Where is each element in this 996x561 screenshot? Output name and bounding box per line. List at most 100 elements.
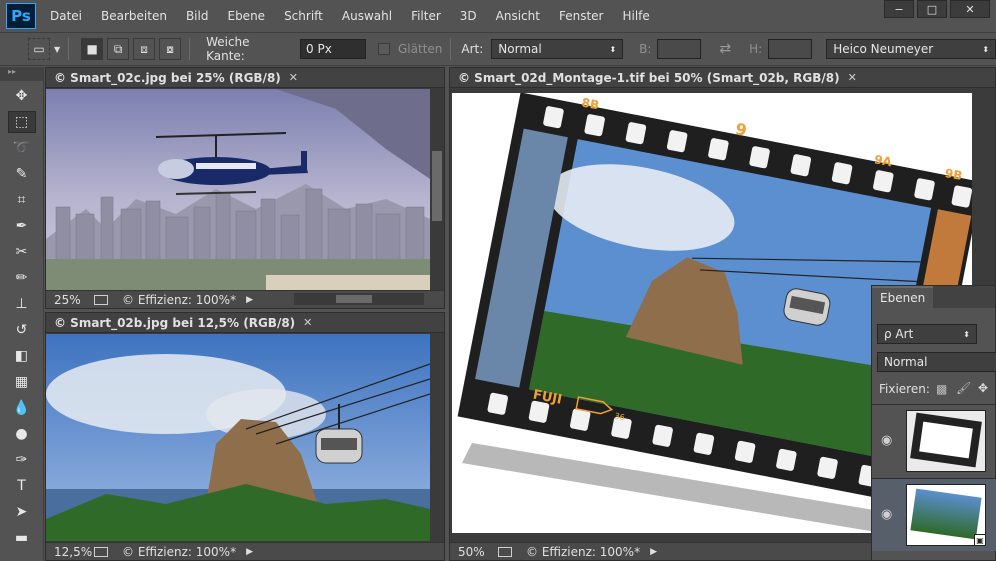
lasso-tool-icon[interactable]: ➰ [8, 137, 36, 159]
toolbox-collapse-icon[interactable]: ▸▸ [0, 67, 43, 81]
eraser-tool-icon[interactable]: ◧ [8, 345, 36, 367]
close-tab-icon[interactable]: ✕ [289, 71, 298, 84]
layer-row-photo[interactable]: ◉ ▣ [872, 478, 996, 551]
cable-car-photo [46, 334, 430, 541]
add-selection-icon[interactable]: ⧉ [107, 38, 130, 60]
preset-chevron-down-icon[interactable]: ▼ [54, 45, 60, 54]
layer-row-film[interactable]: ◉ [872, 404, 996, 477]
quick-selection-tool-icon[interactable]: ✎ [8, 163, 36, 185]
clone-stamp-tool-icon[interactable]: ⊥ [8, 293, 36, 315]
feather-label: Weiche Kante: [206, 35, 250, 63]
lock-transparent-icon[interactable]: ▩ [936, 382, 947, 396]
zoom-level[interactable]: 25% [54, 293, 88, 307]
gradient-tool-icon[interactable]: ▦ [8, 371, 36, 393]
share-icon[interactable] [498, 546, 512, 557]
lock-move-icon[interactable]: ✥ [978, 381, 988, 395]
smart-object-icon: ▣ [974, 534, 986, 546]
divider [189, 38, 191, 60]
updown-icon: ⬍ [609, 44, 617, 54]
crop-tool-icon[interactable]: ⌗ [8, 189, 36, 211]
maximize-button[interactable]: □ [917, 0, 947, 18]
width-input[interactable] [657, 39, 702, 59]
menu-filter[interactable]: Filter [411, 9, 441, 23]
move-tool-icon[interactable]: ✥ [8, 85, 36, 107]
marquee-preset-icon[interactable]: ▭ [28, 38, 50, 60]
document-tab[interactable]: © Smart_02b.jpg bei 12,5% (RGB/8) ✕ [46, 313, 444, 333]
divider [450, 38, 452, 60]
layers-panel: Ebenen ρ Art ⬍ Normal Fixieren: ▩ 🖌 ✥ ◉ … [871, 285, 996, 561]
shape-tool-icon[interactable]: ▬ [8, 527, 36, 549]
document-window-smart-02b: © Smart_02b.jpg bei 12,5% (RGB/8) ✕ 12,5… [45, 312, 445, 561]
menu-schrift[interactable]: Schrift [284, 9, 323, 23]
layer-thumbnail: ▣ [906, 484, 986, 546]
antialias-checkbox[interactable] [378, 43, 390, 55]
visibility-eye-icon[interactable]: ◉ [881, 507, 892, 522]
zoom-level[interactable]: 50% [458, 545, 492, 559]
height-label: H: [749, 42, 763, 56]
menu-hilfe[interactable]: Hilfe [622, 9, 649, 23]
new-selection-icon[interactable]: ■ [81, 38, 104, 60]
vertical-scrollbar[interactable] [430, 89, 444, 291]
menu-datei[interactable]: Datei [50, 9, 82, 23]
path-selection-tool-icon[interactable]: ➤ [8, 501, 36, 523]
close-button[interactable]: ✕ [950, 0, 990, 18]
menu-bearbeiten[interactable]: Bearbeiten [101, 9, 167, 23]
zoom-level[interactable]: 12,5% [54, 545, 92, 559]
minimize-button[interactable]: − [884, 0, 914, 18]
share-icon[interactable] [94, 546, 108, 557]
efficiency-text: © Effizienz: 100%* [122, 292, 237, 307]
document-tab[interactable]: © Smart_02c.jpg bei 25% (RGB/8) ✕ [46, 68, 444, 88]
type-tool-icon[interactable]: T [8, 475, 36, 497]
layer-filter-select[interactable]: ρ Art ⬍ [877, 324, 977, 344]
updown-icon: ⬍ [982, 44, 990, 54]
eyedropper-tool-icon[interactable]: ✒ [8, 215, 36, 237]
close-tab-icon[interactable]: ✕ [848, 71, 857, 84]
visibility-eye-icon[interactable]: ◉ [881, 433, 892, 448]
menu-ansicht[interactable]: Ansicht [496, 9, 540, 23]
brush-tool-icon[interactable]: ✏ [8, 267, 36, 289]
lock-paint-icon[interactable]: 🖌 [956, 381, 971, 395]
width-label: B: [639, 42, 652, 56]
menu-bild[interactable]: Bild [186, 9, 209, 23]
rectangular-marquee-tool-icon[interactable]: ⬚ [7, 111, 36, 133]
status-menu-icon[interactable]: ▶ [650, 547, 657, 557]
document-tab[interactable]: © Smart_02d_Montage-1.tif bei 50% (Smart… [450, 68, 995, 88]
history-brush-tool-icon[interactable]: ↺ [8, 319, 36, 341]
menu-3d[interactable]: 3D [460, 9, 477, 23]
menu-fenster[interactable]: Fenster [559, 9, 604, 23]
menu-bar: Ps Datei Bearbeiten Bild Ebene Schrift A… [0, 0, 996, 32]
layers-tab[interactable]: Ebenen [872, 286, 934, 308]
height-input[interactable] [768, 39, 813, 59]
healing-brush-tool-icon[interactable]: ✂ [8, 241, 36, 263]
preset-select[interactable]: Heico Neumeyer ⬍ [826, 39, 996, 59]
status-menu-icon[interactable]: ▶ [246, 547, 253, 557]
layer-thumbnail [906, 410, 986, 472]
window-controls: − □ ✕ [884, 0, 990, 18]
toolbox: ▸▸ ✥ ⬚ ➰ ✎ ⌗ ✒ ✂ ✏ ⊥ ↺ ◧ ▦ 💧 ● ✑ T ➤ ▬ [0, 67, 44, 561]
style-select[interactable]: Normal ⬍ [491, 39, 624, 59]
feather-input[interactable] [300, 39, 367, 59]
horizontal-scrollbar[interactable] [294, 293, 424, 305]
layers-panel-tabbar: Ebenen [872, 286, 995, 308]
status-menu-icon[interactable]: ▶ [246, 295, 253, 305]
document-window-smart-02c: © Smart_02c.jpg bei 25% (RGB/8) ✕ 25% © … [45, 67, 445, 309]
swap-icon[interactable]: ⇄ [719, 41, 731, 57]
dodge-tool-icon[interactable]: ● [8, 423, 36, 445]
share-icon[interactable] [94, 294, 108, 305]
scroll-thumb[interactable] [432, 151, 442, 221]
blend-mode-value: Normal [884, 355, 928, 369]
close-tab-icon[interactable]: ✕ [303, 316, 312, 329]
pen-tool-icon[interactable]: ✑ [8, 449, 36, 471]
menu-auswahl[interactable]: Auswahl [342, 9, 392, 23]
document-title: © Smart_02d_Montage-1.tif bei 50% (Smart… [458, 70, 840, 85]
intersect-selection-icon[interactable]: ⧇ [159, 38, 182, 60]
menu-ebene[interactable]: Ebene [227, 9, 265, 23]
scroll-thumb[interactable] [336, 295, 372, 303]
preset-select-value: Heico Neumeyer [833, 42, 934, 56]
document-title: © Smart_02c.jpg bei 25% (RGB/8) [54, 70, 281, 85]
blur-tool-icon[interactable]: 💧 [8, 397, 36, 419]
document-title: © Smart_02b.jpg bei 12,5% (RGB/8) [54, 315, 296, 330]
antialias-label: Glätten [398, 42, 443, 56]
blend-mode-select[interactable]: Normal [877, 352, 996, 372]
subtract-selection-icon[interactable]: ⧈ [133, 38, 156, 60]
